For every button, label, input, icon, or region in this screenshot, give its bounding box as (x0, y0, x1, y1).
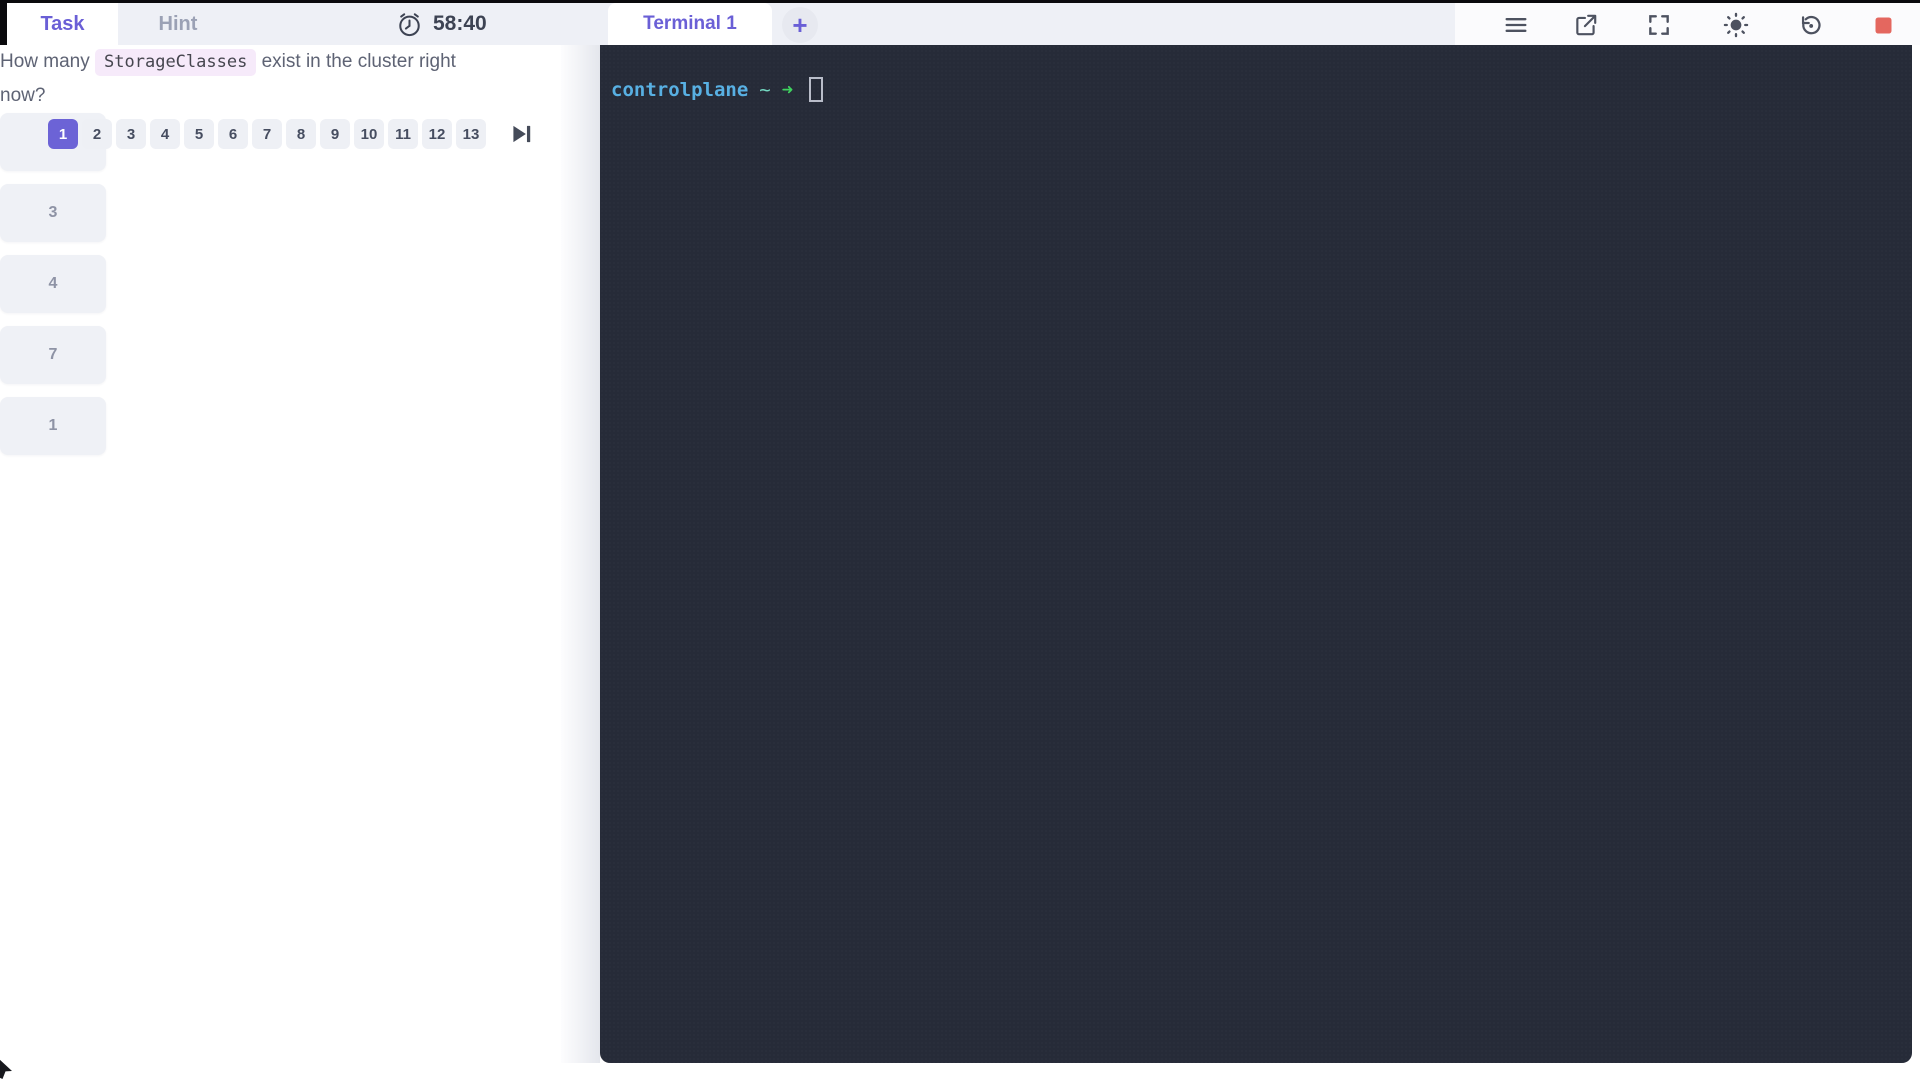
skip-to-end-icon[interactable] (506, 119, 536, 149)
prompt-arrow: ➜ (781, 78, 794, 101)
tab-terminal-1[interactable]: Terminal 1 (608, 3, 772, 45)
task-panel: 1 2 3 4 5 6 7 8 9 10 11 12 13 How many S… (0, 45, 561, 1080)
terminal-window[interactable]: controlplane ~ ➜ (600, 45, 1912, 1063)
terminal-cursor (809, 77, 824, 102)
terminal-prompt-line: controlplane ~ ➜ (611, 77, 824, 102)
page-button-6[interactable]: 6 (218, 119, 248, 149)
question-code-chip: StorageClasses (95, 49, 257, 76)
page-button-1[interactable]: 1 (48, 119, 78, 149)
timer-value: 58:40 (433, 12, 487, 35)
stop-recording-icon[interactable] (1869, 11, 1897, 39)
prompt-path: ~ (759, 78, 771, 101)
alarm-clock-icon (396, 11, 423, 38)
question-prefix: How many (0, 51, 90, 72)
tab-task[interactable]: Task (7, 3, 118, 45)
history-restore-icon[interactable] (1796, 11, 1824, 39)
page-button-9[interactable]: 9 (320, 119, 350, 149)
page-button-3[interactable]: 3 (116, 119, 146, 149)
prompt-hostname: controlplane (611, 78, 749, 101)
answer-option-4[interactable]: 7 (0, 326, 106, 384)
open-in-new-icon[interactable] (1572, 11, 1600, 39)
new-terminal-tab-button[interactable]: + (782, 7, 818, 43)
menu-icon[interactable] (1502, 11, 1530, 39)
panel-divider (561, 45, 600, 1063)
page-button-5[interactable]: 5 (184, 119, 214, 149)
page-button-13[interactable]: 13 (456, 119, 486, 149)
fullscreen-icon[interactable] (1645, 11, 1673, 39)
question-text: How many StorageClasses exist in the clu… (0, 45, 478, 113)
page-button-4[interactable]: 4 (150, 119, 180, 149)
page-button-8[interactable]: 8 (286, 119, 316, 149)
answer-option-5[interactable]: 1 (0, 397, 106, 455)
tab-hint[interactable]: Hint (118, 3, 238, 45)
mouse-pointer (0, 1058, 16, 1085)
page-button-2[interactable]: 2 (82, 119, 112, 149)
page-button-7[interactable]: 7 (252, 119, 282, 149)
answer-options: 2 3 4 7 1 (0, 113, 561, 455)
brightness-icon[interactable] (1722, 11, 1750, 39)
page-button-10[interactable]: 10 (354, 119, 384, 149)
header-bar: Task Hint 58:40 Terminal 1 + (0, 3, 1920, 45)
page-button-12[interactable]: 12 (422, 119, 452, 149)
answer-option-2[interactable]: 3 (0, 184, 106, 242)
answer-option-3[interactable]: 4 (0, 255, 106, 313)
question-pagination: 1 2 3 4 5 6 7 8 9 10 11 12 13 (48, 119, 536, 149)
page-button-11[interactable]: 11 (388, 119, 418, 149)
countdown-timer: 58:40 (396, 3, 487, 45)
